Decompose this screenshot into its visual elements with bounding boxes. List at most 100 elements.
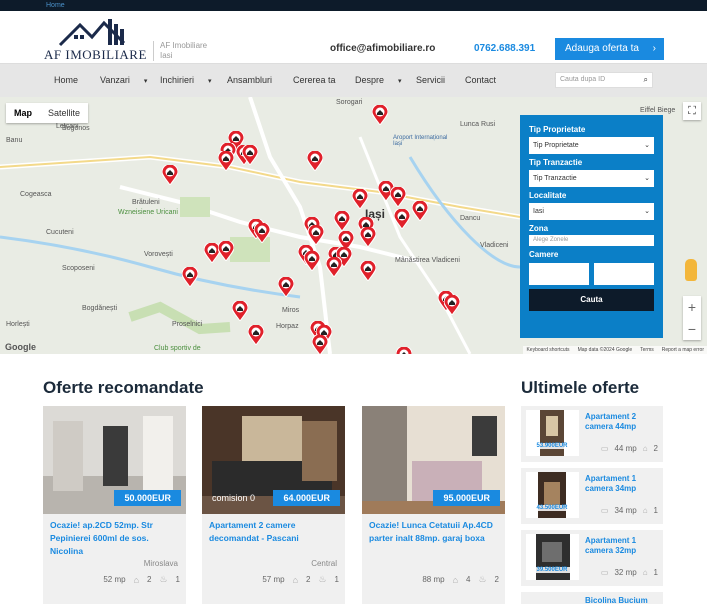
camere-range bbox=[529, 263, 654, 285]
map-place: Horpaz bbox=[276, 323, 299, 330]
map-place: Brătuleni bbox=[132, 199, 160, 206]
map-place: Aroport Internațional Iași bbox=[393, 135, 448, 147]
property-marker-icon[interactable] bbox=[411, 199, 429, 222]
latest-offer-item[interactable]: 39.500EUR Apartament 1 camera 32mp ▭ 32 m… bbox=[521, 530, 663, 586]
property-marker-icon[interactable] bbox=[241, 143, 259, 166]
map-place: Proselnici bbox=[172, 321, 203, 328]
property-marker-icon[interactable] bbox=[359, 225, 377, 248]
map-type-satellite-button[interactable]: Satellite bbox=[40, 103, 88, 123]
map-place: Lunca Rusi bbox=[460, 121, 496, 128]
map-place: Banu bbox=[6, 137, 23, 144]
property-marker-icon[interactable] bbox=[389, 185, 407, 208]
zona-select[interactable]: Alege Zonele bbox=[529, 235, 654, 246]
property-marker-icon[interactable] bbox=[351, 187, 369, 210]
latest-offer-item[interactable]: Bicolina Bucium bbox=[521, 592, 663, 606]
offer-price: 64.000EUR bbox=[273, 490, 340, 506]
property-marker-icon[interactable] bbox=[306, 149, 324, 172]
street-view-pegman-icon[interactable] bbox=[685, 259, 697, 281]
tagline-line2: Iasi bbox=[160, 51, 173, 60]
nav-contact[interactable]: Contact bbox=[465, 64, 496, 96]
site-logo[interactable]: AF IMOBILIARE bbox=[44, 15, 146, 62]
terms-link[interactable]: Terms bbox=[640, 347, 654, 353]
search-button[interactable]: Cauta bbox=[529, 289, 654, 311]
latest-offer-item[interactable]: 53.900EUR Apartament 2 camera 44mp ▭ 44 m… bbox=[521, 406, 663, 462]
caret-down-icon: ▾ bbox=[208, 78, 212, 85]
tip-tranzactie-select[interactable]: Tip Tranzactie ⌄ bbox=[529, 170, 654, 187]
property-marker-icon[interactable] bbox=[217, 149, 235, 172]
search-icon[interactable]: ⌕ bbox=[644, 73, 648, 87]
property-map[interactable]: Bogonos Lețcani Banu Cogeasca Brătuleni … bbox=[0, 97, 707, 354]
property-marker-icon[interactable] bbox=[253, 221, 271, 244]
google-logo: Google bbox=[5, 342, 36, 352]
keyboard-shortcuts-link[interactable]: Keyboard shortcuts bbox=[526, 347, 569, 353]
tip-proprietate-select[interactable]: Tip Proprietate ⌄ bbox=[529, 137, 654, 154]
property-marker-icon[interactable] bbox=[443, 293, 461, 316]
latest-offer-price: 43.500EUR bbox=[529, 505, 575, 511]
latest-offer-item[interactable]: 43.500EUR Apartament 1 camera 34mp ▭ 34 m… bbox=[521, 468, 663, 524]
property-marker-icon[interactable] bbox=[307, 223, 325, 246]
property-marker-icon[interactable] bbox=[311, 333, 329, 354]
property-marker-icon[interactable] bbox=[325, 255, 343, 278]
property-marker-icon[interactable] bbox=[277, 275, 295, 298]
report-error-link[interactable]: Report a map error bbox=[662, 347, 704, 353]
id-search-input[interactable]: Cauta dupa ID ⌕ bbox=[555, 72, 653, 88]
offer-card[interactable]: 50.000EUR Ocazie! ap.2CD 52mp. Str Pepin… bbox=[43, 406, 186, 604]
nav-ansambluri[interactable]: Ansambluri bbox=[227, 64, 272, 96]
nav-servicii[interactable]: Servicii bbox=[416, 64, 445, 96]
property-marker-icon[interactable] bbox=[303, 249, 321, 272]
offer-card[interactable]: comision 0 64.000EUR Apartament 2 camere… bbox=[202, 406, 345, 604]
property-marker-icon[interactable] bbox=[247, 323, 265, 346]
zoom-out-button[interactable]: − bbox=[683, 318, 701, 340]
bed-icon: ⌂ bbox=[133, 574, 140, 585]
bed-icon: ⌂ bbox=[452, 574, 459, 585]
add-offer-button[interactable]: Adauga oferta ta › bbox=[555, 38, 664, 60]
map-place: Wzneisiene Uricani bbox=[118, 209, 178, 216]
map-place: Dancu bbox=[460, 215, 481, 222]
property-marker-icon[interactable] bbox=[359, 259, 377, 282]
property-marker-icon[interactable] bbox=[231, 299, 249, 322]
property-marker-icon[interactable] bbox=[181, 265, 199, 288]
fullscreen-icon[interactable]: ⛶ bbox=[683, 102, 701, 120]
contact-phone[interactable]: 0762.688.391 bbox=[474, 43, 535, 54]
property-marker-icon[interactable] bbox=[333, 209, 351, 232]
chevron-down-icon: ⌄ bbox=[644, 208, 650, 215]
nav-despre[interactable]: Despre ▾ bbox=[355, 64, 402, 98]
offer-card[interactable]: 95.000EUR Ocazie! Lunca Cetatuii Ap.4CD … bbox=[362, 406, 505, 604]
caret-down-icon: ▾ bbox=[143, 78, 148, 85]
nav-vanzari[interactable]: Vanzari ▾ bbox=[100, 64, 147, 98]
property-marker-icon[interactable] bbox=[161, 163, 179, 186]
property-marker-icon[interactable] bbox=[393, 207, 411, 230]
camere-max-input[interactable] bbox=[594, 263, 654, 285]
latest-offer-thumb[interactable] bbox=[526, 472, 579, 518]
latest-offer-title[interactable]: Apartament 1 camera 32mp bbox=[585, 536, 659, 556]
bed-icon: ⌂ bbox=[642, 568, 648, 577]
map-type-map-button[interactable]: Map bbox=[6, 103, 40, 123]
zoom-in-button[interactable]: + bbox=[683, 296, 701, 318]
latest-offer-meta: ▭ 34 mp ⌂ 1 bbox=[600, 506, 658, 515]
nav-home[interactable]: Home bbox=[54, 64, 78, 96]
latest-offer-title[interactable]: Bicolina Bucium bbox=[585, 596, 659, 606]
offer-title[interactable]: Ocazie! ap.2CD 52mp. Str Pepinierei 600m… bbox=[50, 519, 182, 558]
map-place: Sorogari bbox=[336, 99, 363, 106]
latest-offer-thumb[interactable] bbox=[526, 410, 579, 456]
latest-offer-title[interactable]: Apartament 1 camera 34mp bbox=[585, 474, 659, 494]
contact-email[interactable]: office@afimobiliare.ro bbox=[330, 43, 435, 54]
map-data-attribution: Map data ©2024 Google bbox=[577, 347, 633, 353]
map-place: Mânăstirea Vladiceni bbox=[395, 257, 460, 264]
latest-offer-price: 39.500EUR bbox=[529, 567, 575, 573]
property-marker-icon[interactable] bbox=[217, 239, 235, 262]
nav-cererea-ta[interactable]: Cererea ta bbox=[293, 64, 336, 96]
breadcrumb-home[interactable]: Home bbox=[46, 0, 707, 11]
map-place: Club sportiv de bbox=[154, 345, 201, 352]
offer-title[interactable]: Apartament 2 camere decomandat - Pascani bbox=[209, 519, 341, 545]
property-marker-icon[interactable] bbox=[395, 345, 413, 354]
latest-offer-title[interactable]: Apartament 2 camera 44mp bbox=[585, 412, 659, 432]
offer-location: Miroslava bbox=[143, 559, 178, 568]
offer-title[interactable]: Ocazie! Lunca Cetatuii Ap.4CD parter ina… bbox=[369, 519, 501, 545]
latest-offer-thumb[interactable] bbox=[526, 534, 579, 580]
chevron-down-icon: ⌄ bbox=[644, 142, 650, 149]
camere-min-input[interactable] bbox=[529, 263, 589, 285]
localitate-select[interactable]: Iasi ⌄ bbox=[529, 203, 654, 220]
property-marker-icon[interactable] bbox=[371, 103, 389, 126]
nav-inchirieri[interactable]: Inchirieri ▾ bbox=[160, 64, 212, 98]
